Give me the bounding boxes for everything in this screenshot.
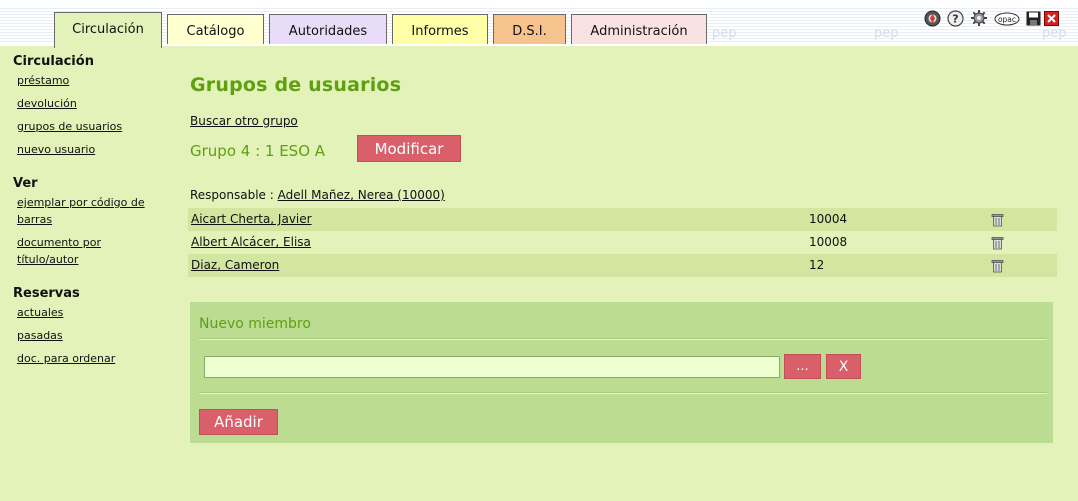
watermark-text: pep bbox=[874, 26, 899, 41]
save-icon[interactable] bbox=[1026, 11, 1041, 30]
sidebar-item-doc-para-ordenar[interactable]: doc. para ordenar bbox=[17, 352, 173, 375]
member-code: 12 bbox=[809, 258, 825, 272]
members-table: Aicart Cherta, Javier 10004 Albert Alcác… bbox=[188, 208, 1057, 277]
search-other-group-link[interactable]: Buscar otro grupo bbox=[190, 114, 298, 128]
member-name-link[interactable]: Albert Alcácer, Elisa bbox=[191, 231, 311, 254]
help-icon[interactable]: ? bbox=[947, 9, 964, 31]
table-row: Albert Alcácer, Elisa 10008 bbox=[188, 231, 1057, 254]
responsible-row: Responsable : Adell Mañez, Nerea (10000) bbox=[190, 188, 445, 202]
new-member-input[interactable] bbox=[204, 356, 780, 378]
sidebar-item-ejemplar-por-codigo-de-barras[interactable]: ejemplar por código de barras bbox=[17, 194, 167, 228]
tab-circulacion[interactable]: Circulación bbox=[54, 12, 162, 48]
top-navigation-bar: pep pep pep Circulación Catálogo Autorid… bbox=[0, 0, 1078, 48]
responsible-label: Responsable : bbox=[190, 188, 274, 202]
tab-dsi[interactable]: D.S.I. bbox=[493, 14, 566, 44]
opac-icon[interactable]: opac bbox=[994, 11, 1020, 30]
sidebar-heading-circulacion: Circulación bbox=[13, 54, 94, 69]
tab-autoridades[interactable]: Autoridades bbox=[269, 14, 387, 44]
responsible-name-link[interactable]: Adell Mañez, Nerea (10000) bbox=[278, 188, 445, 202]
browse-button[interactable]: ... bbox=[784, 354, 821, 379]
table-row: Aicart Cherta, Javier 10004 bbox=[188, 208, 1057, 231]
clear-button[interactable]: X bbox=[826, 354, 861, 379]
page-title: Grupos de usuarios bbox=[190, 74, 402, 96]
member-name-link[interactable]: Aicart Cherta, Javier bbox=[191, 208, 312, 231]
sidebar-item-devolucion[interactable]: devolución bbox=[17, 97, 173, 120]
sidebar-item-actuales[interactable]: actuales bbox=[17, 306, 173, 329]
new-member-panel: Nuevo miembro ... X Añadir bbox=[190, 302, 1053, 443]
sidebar-item-documento-por-titulo-autor[interactable]: documento por título/autor bbox=[17, 234, 137, 268]
table-row: Diaz, Cameron 12 bbox=[188, 254, 1057, 277]
svg-text:?: ? bbox=[952, 12, 958, 25]
modify-button[interactable]: Modificar bbox=[357, 135, 461, 162]
trash-icon[interactable] bbox=[991, 258, 1004, 281]
new-member-title: Nuevo miembro bbox=[199, 316, 311, 332]
tab-catalogo[interactable]: Catálogo bbox=[167, 14, 264, 44]
sidebar-item-pasadas[interactable]: pasadas bbox=[17, 329, 173, 352]
divider bbox=[199, 338, 1047, 340]
add-button[interactable]: Añadir bbox=[199, 409, 278, 435]
tab-administracion[interactable]: Administración bbox=[571, 14, 707, 44]
divider bbox=[199, 392, 1047, 394]
sidebar-item-grupos-de-usuarios[interactable]: grupos de usuarios bbox=[17, 120, 173, 143]
watermark-text: pep bbox=[712, 26, 737, 41]
group-label: Grupo 4 : 1 ESO A bbox=[190, 142, 326, 160]
tab-informes[interactable]: Informes bbox=[392, 14, 488, 44]
close-icon[interactable] bbox=[1044, 10, 1059, 30]
member-code: 10004 bbox=[809, 212, 848, 226]
main-area: Circulación préstamo devolución grupos d… bbox=[0, 46, 1078, 501]
member-name-link[interactable]: Diaz, Cameron bbox=[191, 254, 279, 277]
opac-icon-text: opac bbox=[998, 15, 1016, 24]
sidebar-item-nuevo-usuario[interactable]: nuevo usuario bbox=[17, 143, 173, 176]
sidebar: Circulación préstamo devolución grupos d… bbox=[13, 54, 173, 375]
header-icons: ? opac bbox=[924, 9, 1065, 31]
sidebar-heading-ver: Ver bbox=[13, 176, 38, 191]
sidebar-item-prestamo[interactable]: préstamo bbox=[17, 74, 173, 97]
home-icon[interactable] bbox=[924, 10, 941, 31]
settings-icon[interactable] bbox=[970, 9, 988, 31]
member-code: 10008 bbox=[809, 235, 848, 249]
sidebar-heading-reservas: Reservas bbox=[13, 286, 80, 301]
